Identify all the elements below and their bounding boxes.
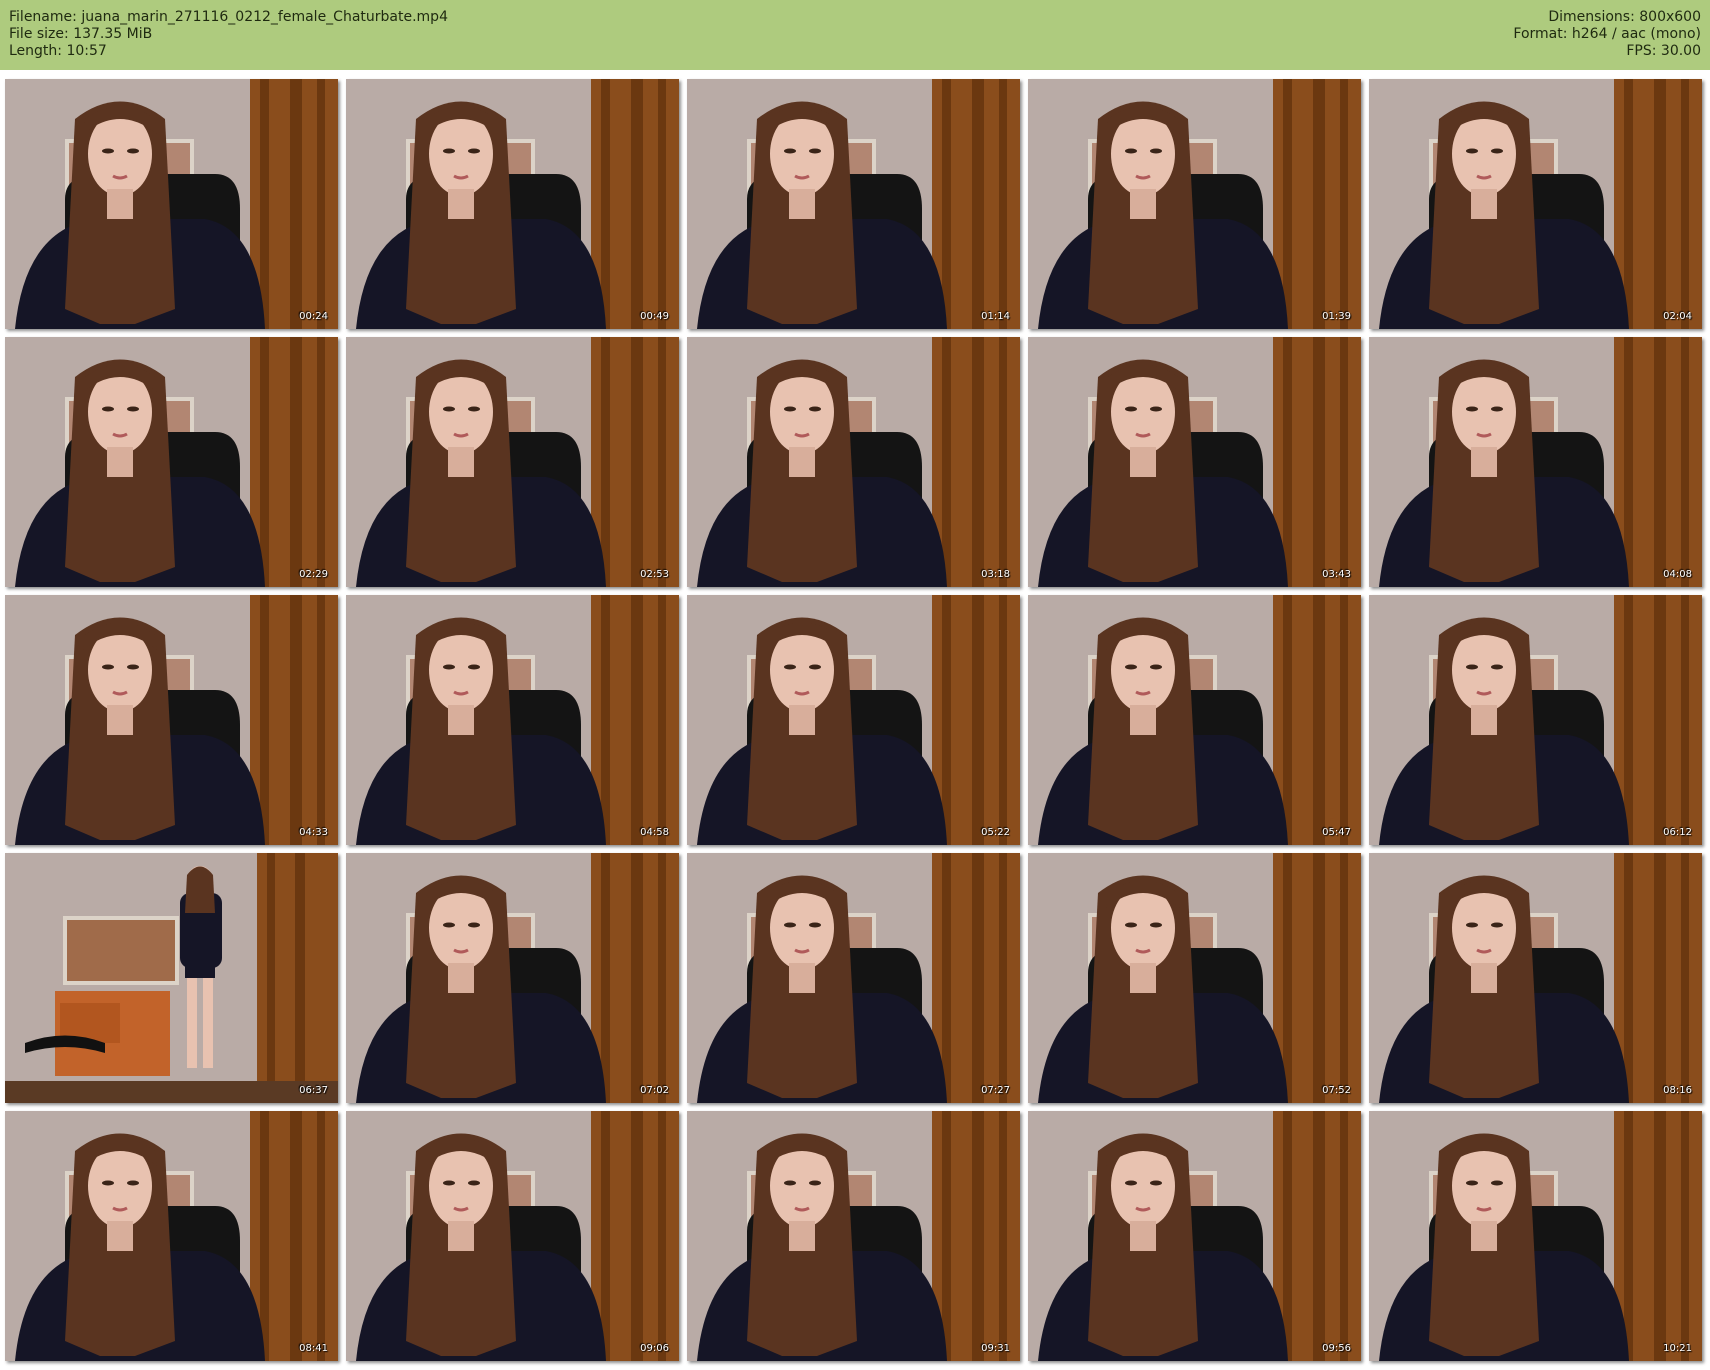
frame-image: [687, 853, 1020, 1103]
frame-image: [1369, 853, 1702, 1103]
dimensions-value: 800x600: [1639, 9, 1701, 25]
filesize-value: 137.35 MiB: [73, 26, 153, 42]
frame-timestamp: 03:18: [981, 569, 1010, 580]
frame-image: [1028, 79, 1361, 329]
frame-image: [1369, 1111, 1702, 1361]
file-meta-left: Filename: juana_marin_271116_0212_female…: [9, 9, 448, 60]
frame-timestamp: 05:47: [1322, 827, 1351, 838]
video-frame-thumbnail[interactable]: 01:39: [1028, 79, 1361, 329]
file-meta-right: Dimensions: 800x600 Format: h264 / aac (…: [1513, 9, 1701, 60]
frame-timestamp: 09:06: [640, 1343, 669, 1354]
frame-timestamp: 01:14: [981, 311, 1010, 322]
frame-timestamp: 01:39: [1322, 311, 1351, 322]
frame-image: [346, 1111, 679, 1361]
fps-line: FPS: 30.00: [1513, 43, 1701, 60]
frame-timestamp: 08:16: [1663, 1085, 1692, 1096]
frame-image: [1369, 595, 1702, 845]
frame-timestamp: 00:49: [640, 311, 669, 322]
video-frame-thumbnail[interactable]: 04:33: [5, 595, 338, 845]
frame-image: [346, 79, 679, 329]
video-frame-thumbnail[interactable]: 09:06: [346, 1111, 679, 1361]
frame-timestamp: 09:56: [1322, 1343, 1351, 1354]
video-frame-thumbnail[interactable]: 08:41: [5, 1111, 338, 1361]
video-frame-thumbnail[interactable]: 04:08: [1369, 337, 1702, 587]
frame-image: [1028, 595, 1361, 845]
frame-timestamp: 02:29: [299, 569, 328, 580]
frame-timestamp: 03:43: [1322, 569, 1351, 580]
frame-image: [1028, 853, 1361, 1103]
video-frame-thumbnail[interactable]: 08:16: [1369, 853, 1702, 1103]
filename-label: Filename:: [9, 9, 77, 25]
frame-image: [346, 595, 679, 845]
frame-timestamp: 09:31: [981, 1343, 1010, 1354]
video-frame-thumbnail[interactable]: 09:31: [687, 1111, 1020, 1361]
frame-image: [1028, 1111, 1361, 1361]
fps-value: 30.00: [1660, 43, 1701, 59]
video-frame-thumbnail[interactable]: 07:52: [1028, 853, 1361, 1103]
video-frame-thumbnail[interactable]: 09:56: [1028, 1111, 1361, 1361]
thumbnail-grid: 00:24 00:49 01:14 01:39 02:04 02:29 02:5…: [5, 79, 1705, 1364]
frame-timestamp: 04:33: [299, 827, 328, 838]
frame-timestamp: 07:02: [640, 1085, 669, 1096]
filesize-label: File size:: [9, 26, 69, 42]
frame-image: [5, 79, 338, 329]
video-frame-thumbnail[interactable]: 10:21: [1369, 1111, 1702, 1361]
frame-image: [5, 1111, 338, 1361]
frame-image: [346, 853, 679, 1103]
video-frame-thumbnail[interactable]: 07:27: [687, 853, 1020, 1103]
frame-image: [346, 337, 679, 587]
video-frame-thumbnail[interactable]: 01:14: [687, 79, 1020, 329]
frame-timestamp: 02:53: [640, 569, 669, 580]
video-frame-thumbnail[interactable]: 07:02: [346, 853, 679, 1103]
frame-timestamp: 02:04: [1663, 311, 1692, 322]
video-frame-thumbnail[interactable]: 00:24: [5, 79, 338, 329]
fps-label: FPS:: [1626, 43, 1657, 59]
dimensions-line: Dimensions: 800x600: [1513, 9, 1701, 26]
frame-timestamp: 04:58: [640, 827, 669, 838]
filesize-line: File size: 137.35 MiB: [9, 26, 448, 43]
video-frame-thumbnail[interactable]: 05:47: [1028, 595, 1361, 845]
frame-image: [687, 595, 1020, 845]
filename-line: Filename: juana_marin_271116_0212_female…: [9, 9, 448, 26]
frame-timestamp: 04:08: [1663, 569, 1692, 580]
video-frame-thumbnail[interactable]: 04:58: [346, 595, 679, 845]
length-label: Length:: [9, 43, 63, 59]
format-line: Format: h264 / aac (mono): [1513, 26, 1701, 43]
frame-timestamp: 00:24: [299, 311, 328, 322]
frame-image: [687, 337, 1020, 587]
frame-timestamp: 07:52: [1322, 1085, 1351, 1096]
filename-value: juana_marin_271116_0212_female_Chaturbat…: [81, 9, 448, 25]
frame-image: [5, 595, 338, 845]
frame-image: [1369, 79, 1702, 329]
frame-image: [687, 79, 1020, 329]
video-frame-thumbnail[interactable]: 02:04: [1369, 79, 1702, 329]
frame-timestamp: 10:21: [1663, 1343, 1692, 1354]
frame-timestamp: 07:27: [981, 1085, 1010, 1096]
video-frame-thumbnail[interactable]: 06:37: [5, 853, 338, 1103]
dimensions-label: Dimensions:: [1548, 9, 1635, 25]
frame-timestamp: 06:37: [299, 1085, 328, 1096]
frame-timestamp: 05:22: [981, 827, 1010, 838]
format-label: Format:: [1513, 26, 1568, 42]
video-frame-thumbnail[interactable]: 02:29: [5, 337, 338, 587]
length-value: 10:57: [66, 43, 107, 59]
video-frame-thumbnail[interactable]: 00:49: [346, 79, 679, 329]
frame-timestamp: 06:12: [1663, 827, 1692, 838]
length-line: Length: 10:57: [9, 43, 448, 60]
frame-image: [1369, 337, 1702, 587]
format-value: h264 / aac (mono): [1571, 26, 1701, 42]
frame-image: [5, 853, 338, 1103]
frame-timestamp: 08:41: [299, 1343, 328, 1354]
frame-image: [5, 337, 338, 587]
frame-image: [687, 1111, 1020, 1361]
video-frame-thumbnail[interactable]: 02:53: [346, 337, 679, 587]
video-frame-thumbnail[interactable]: 06:12: [1369, 595, 1702, 845]
video-frame-thumbnail[interactable]: 05:22: [687, 595, 1020, 845]
video-frame-thumbnail[interactable]: 03:18: [687, 337, 1020, 587]
video-frame-thumbnail[interactable]: 03:43: [1028, 337, 1361, 587]
contact-sheet-header: Filename: juana_marin_271116_0212_female…: [0, 0, 1710, 70]
frame-image: [1028, 337, 1361, 587]
